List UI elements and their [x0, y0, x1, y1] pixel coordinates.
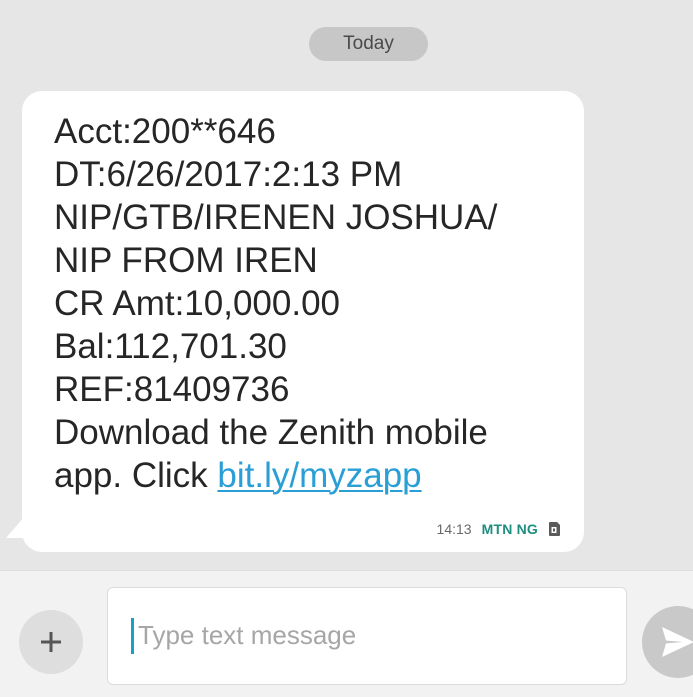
zenith-app-link[interactable]: bit.ly/myzapp [217, 456, 421, 495]
message-line-credit-amount: CR Amt:10,000.00 [54, 284, 340, 323]
message-line-account: Acct:200**646 [54, 112, 276, 151]
incoming-message-bubble[interactable]: Acct:200**646 DT:6/26/2017:2:13 PM NIP/G… [22, 91, 584, 552]
send-icon [662, 627, 693, 657]
message-line-narration: NIP/GTB/IRENEN JOSHUA/ [54, 198, 498, 237]
conversation-view: Today Acct:200**646 DT:6/26/2017:2:13 PM… [0, 0, 693, 570]
message-text: Acct:200**646 DT:6/26/2017:2:13 PM NIP/G… [54, 110, 574, 497]
message-input-box[interactable] [107, 587, 627, 685]
send-button[interactable] [642, 606, 693, 678]
message-line-narration-cont: NIP FROM IREN [54, 241, 318, 280]
message-line-promo: Download the Zenith mobile [54, 413, 488, 452]
compose-bar [0, 570, 693, 697]
message-link-prefix: app. Click [54, 456, 218, 495]
message-line-promo-link-line: app. Click bit.ly/myzapp [54, 454, 574, 497]
sim-card-icon [548, 522, 560, 536]
text-cursor [131, 618, 134, 654]
message-line-date: DT:6/26/2017:2:13 PM [54, 155, 403, 194]
message-line-balance: Bal:112,701.30 [54, 327, 287, 366]
message-line-reference: REF:81409736 [54, 370, 290, 409]
message-meta: 14:13 MTN NG [437, 521, 560, 537]
carrier-label: MTN NG [481, 521, 538, 537]
message-input[interactable] [138, 614, 608, 656]
date-separator: Today [309, 27, 428, 61]
plus-icon [41, 632, 61, 652]
message-time: 14:13 [436, 521, 472, 537]
add-attachment-button[interactable] [19, 610, 83, 674]
